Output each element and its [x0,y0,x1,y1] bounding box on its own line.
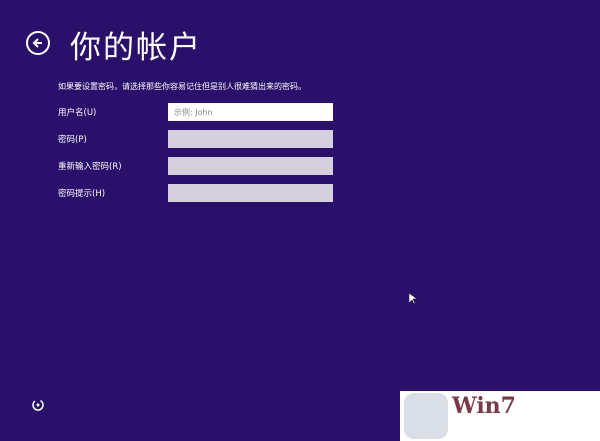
password-input[interactable] [168,130,333,148]
page-title: 你的帐户 [70,30,202,66]
ease-of-access-button[interactable] [30,396,46,412]
username-row: 用户名(U) [58,103,338,121]
description-text: 如果要设置密码，请选择那些你容易记住但是别人很难猜出来的密码。 [58,82,306,91]
password-hint-label: 密码提示(H) [58,189,106,199]
watermark-text: Win7 [452,393,516,419]
confirm-password-input[interactable] [168,157,333,175]
password-label: 密码(P) [58,135,87,145]
confirm-password-row: 重新输入密码(R) [58,157,338,175]
watermark-logo: Win7 [400,391,600,441]
confirm-password-label: 重新输入密码(R) [58,162,122,172]
password-row: 密码(P) [58,130,338,148]
username-label: 用户名(U) [58,108,97,118]
ease-of-access-icon [32,399,44,411]
password-hint-row: 密码提示(H) [58,184,338,202]
back-arrow-icon [32,38,42,48]
mouse-cursor-icon [408,290,418,309]
username-input[interactable] [168,103,333,121]
windows-logo-icon [404,393,448,439]
back-button[interactable] [26,31,50,55]
password-hint-input[interactable] [168,184,333,202]
